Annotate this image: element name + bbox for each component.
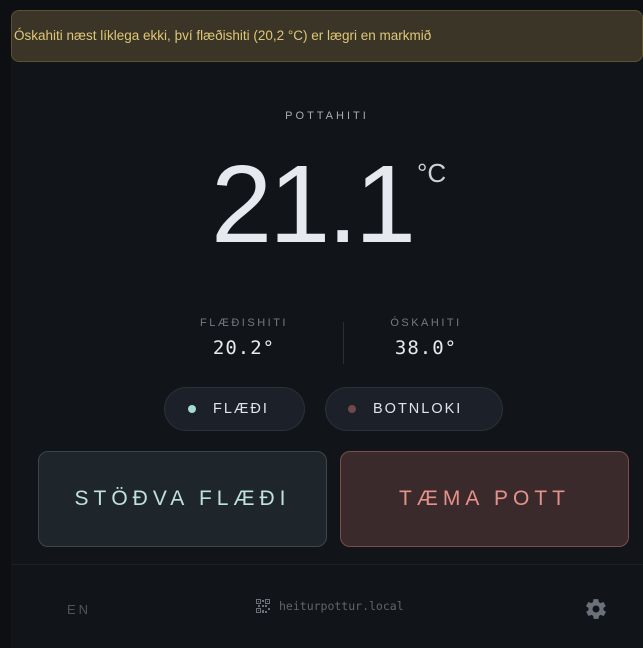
flow-temperature-label: FLÆÐISHITI <box>200 317 288 329</box>
stop-flow-button[interactable]: STÖÐVA FLÆÐI <box>38 451 327 547</box>
flow-temperature-value: 20.2° <box>212 337 276 359</box>
language-toggle[interactable]: EN <box>67 602 91 617</box>
host-link[interactable]: heiturpottur.local <box>256 599 404 613</box>
flow-indicator-label: FLÆÐI <box>213 401 269 417</box>
flow-indicator[interactable]: FLÆÐI <box>164 387 305 431</box>
target-temperature-value[interactable]: 38.0° <box>346 337 506 359</box>
drain-indicator-label: BOTNLOKI <box>373 401 463 417</box>
warning-banner: Óskahiti næst líklega ekki, því flæðishi… <box>11 10 643 62</box>
empty-pot-button[interactable]: TÆMA POTT <box>340 451 629 547</box>
temperature-unit: °C <box>417 158 447 188</box>
stats-divider <box>343 322 344 364</box>
footer-divider <box>11 564 643 565</box>
warning-text: Óskahiti næst líklega ekki, því flæðishi… <box>14 28 432 43</box>
pot-temperature-value: 21.1 <box>211 143 416 266</box>
target-temperature-label: ÓSKAHITI <box>390 317 462 329</box>
flow-temperature-stat: FLÆÐISHITI 20.2° <box>164 317 324 359</box>
qr-code-icon <box>256 599 270 613</box>
drain-status-dot-icon <box>348 405 356 413</box>
host-text: heiturpottur.local <box>279 599 404 613</box>
gear-icon[interactable] <box>584 597 608 621</box>
pot-temperature-label: POTTAHITI <box>285 110 369 122</box>
flow-status-dot-icon <box>188 405 196 413</box>
hot-tub-app: Óskahiti næst líklega ekki, því flæðishi… <box>11 10 643 648</box>
target-temperature-stat[interactable]: ÓSKAHITI 38.0° <box>346 317 506 359</box>
drain-indicator[interactable]: BOTNLOKI <box>325 387 503 431</box>
